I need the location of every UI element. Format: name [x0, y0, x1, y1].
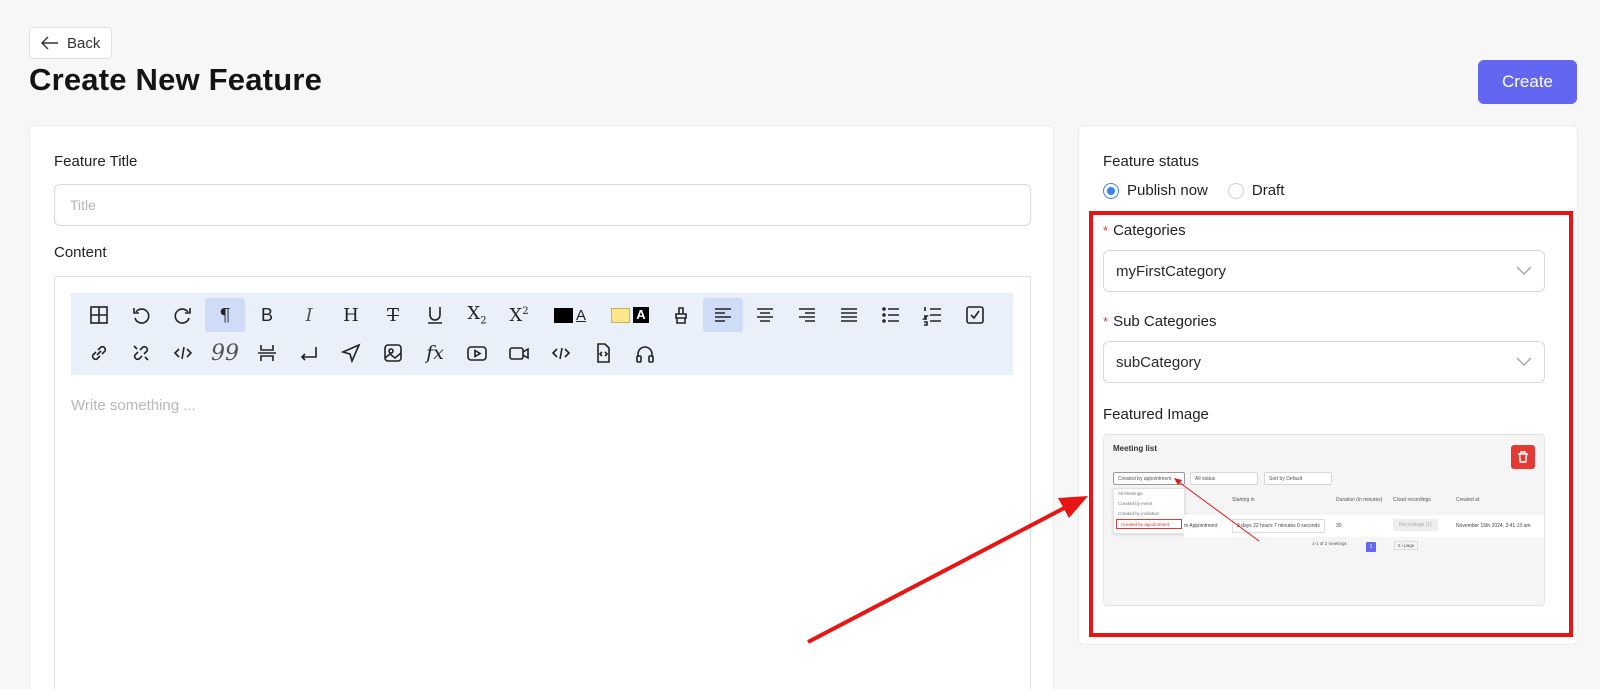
youtube-icon[interactable] — [457, 336, 497, 370]
align-center-icon[interactable] — [745, 298, 785, 332]
editor-placeholder[interactable]: Write something ... — [71, 397, 196, 414]
task-list-icon[interactable] — [955, 298, 995, 332]
highlight-color-icon[interactable]: A — [601, 298, 659, 332]
status-radio-group: Publish now Draft — [1103, 182, 1304, 199]
formula-icon[interactable]: fx — [415, 336, 455, 370]
clear-format-icon[interactable] — [661, 298, 701, 332]
subcategories-select[interactable]: subCategory — [1103, 341, 1545, 383]
chevron-down-icon — [1516, 357, 1532, 367]
back-label: Back — [67, 34, 101, 52]
draft-radio[interactable] — [1227, 182, 1244, 199]
preview-arrow-annotation — [1174, 478, 1260, 542]
bullet-list-icon[interactable] — [871, 298, 911, 332]
undo-icon[interactable] — [121, 298, 161, 332]
text-color-icon[interactable]: A — [541, 298, 599, 332]
heading-icon[interactable]: H — [331, 298, 371, 332]
categories-select[interactable]: myFirstCategory — [1103, 250, 1545, 292]
page-title: Create New Feature — [29, 62, 323, 97]
publish-now-label[interactable]: Publish now — [1127, 182, 1208, 199]
align-right-icon[interactable] — [787, 298, 827, 332]
link-icon[interactable] — [79, 336, 119, 370]
draft-label[interactable]: Draft — [1252, 182, 1285, 199]
italic-icon[interactable]: I — [289, 298, 329, 332]
required-marker: * — [1103, 314, 1109, 329]
content-card: Feature Title Content ¶ B I H T X2 X2 A … — [29, 125, 1054, 689]
feature-status-label: Feature status — [1103, 153, 1199, 170]
send-icon[interactable] — [331, 336, 371, 370]
align-left-icon[interactable] — [703, 298, 743, 332]
hard-break-icon[interactable] — [289, 336, 329, 370]
arrow-left-icon — [41, 36, 58, 50]
unlink-icon[interactable] — [121, 336, 161, 370]
content-label: Content — [54, 244, 107, 261]
embed-icon[interactable] — [583, 336, 623, 370]
ordered-list-icon[interactable] — [913, 298, 953, 332]
featured-image-preview: Meeting list Created by appointment All … — [1103, 434, 1545, 606]
subcategories-label: * Sub Categories — [1103, 313, 1217, 330]
strikethrough-icon[interactable]: T — [373, 298, 413, 332]
code-icon[interactable] — [163, 336, 203, 370]
subscript-icon[interactable]: X2 — [457, 298, 497, 332]
sidebar-card: Feature status Publish now Draft * Catego… — [1078, 125, 1578, 645]
chevron-down-icon — [1516, 266, 1532, 276]
image-icon[interactable] — [373, 336, 413, 370]
horizontal-rule-icon[interactable] — [247, 336, 287, 370]
bold-icon[interactable]: B — [247, 298, 287, 332]
rich-text-editor: ¶ B I H T X2 X2 A A 99 fx Write somethin… — [54, 276, 1031, 689]
create-button[interactable]: Create — [1478, 60, 1577, 104]
underline-icon[interactable] — [415, 298, 455, 332]
feature-title-input[interactable] — [54, 184, 1031, 226]
categories-label: * Categories — [1103, 222, 1186, 239]
code-block-icon[interactable] — [541, 336, 581, 370]
blockquote-icon[interactable]: 99 — [205, 336, 245, 370]
categories-value: myFirstCategory — [1116, 262, 1227, 280]
featured-image-label: Featured Image — [1103, 406, 1209, 423]
required-marker: * — [1103, 223, 1109, 238]
superscript-icon[interactable]: X2 — [499, 298, 539, 332]
subcategories-value: subCategory — [1116, 353, 1202, 371]
feature-title-label: Feature Title — [54, 153, 138, 170]
editor-toolbar: ¶ B I H T X2 X2 A A 99 fx — [71, 293, 1013, 375]
table-icon[interactable] — [79, 298, 119, 332]
align-justify-icon[interactable] — [829, 298, 869, 332]
paragraph-icon[interactable]: ¶ — [205, 298, 245, 332]
publish-now-radio[interactable] — [1103, 182, 1119, 199]
audio-icon[interactable] — [625, 336, 665, 370]
video-icon[interactable] — [499, 336, 539, 370]
redo-icon[interactable] — [163, 298, 203, 332]
back-button[interactable]: Back — [29, 27, 112, 59]
